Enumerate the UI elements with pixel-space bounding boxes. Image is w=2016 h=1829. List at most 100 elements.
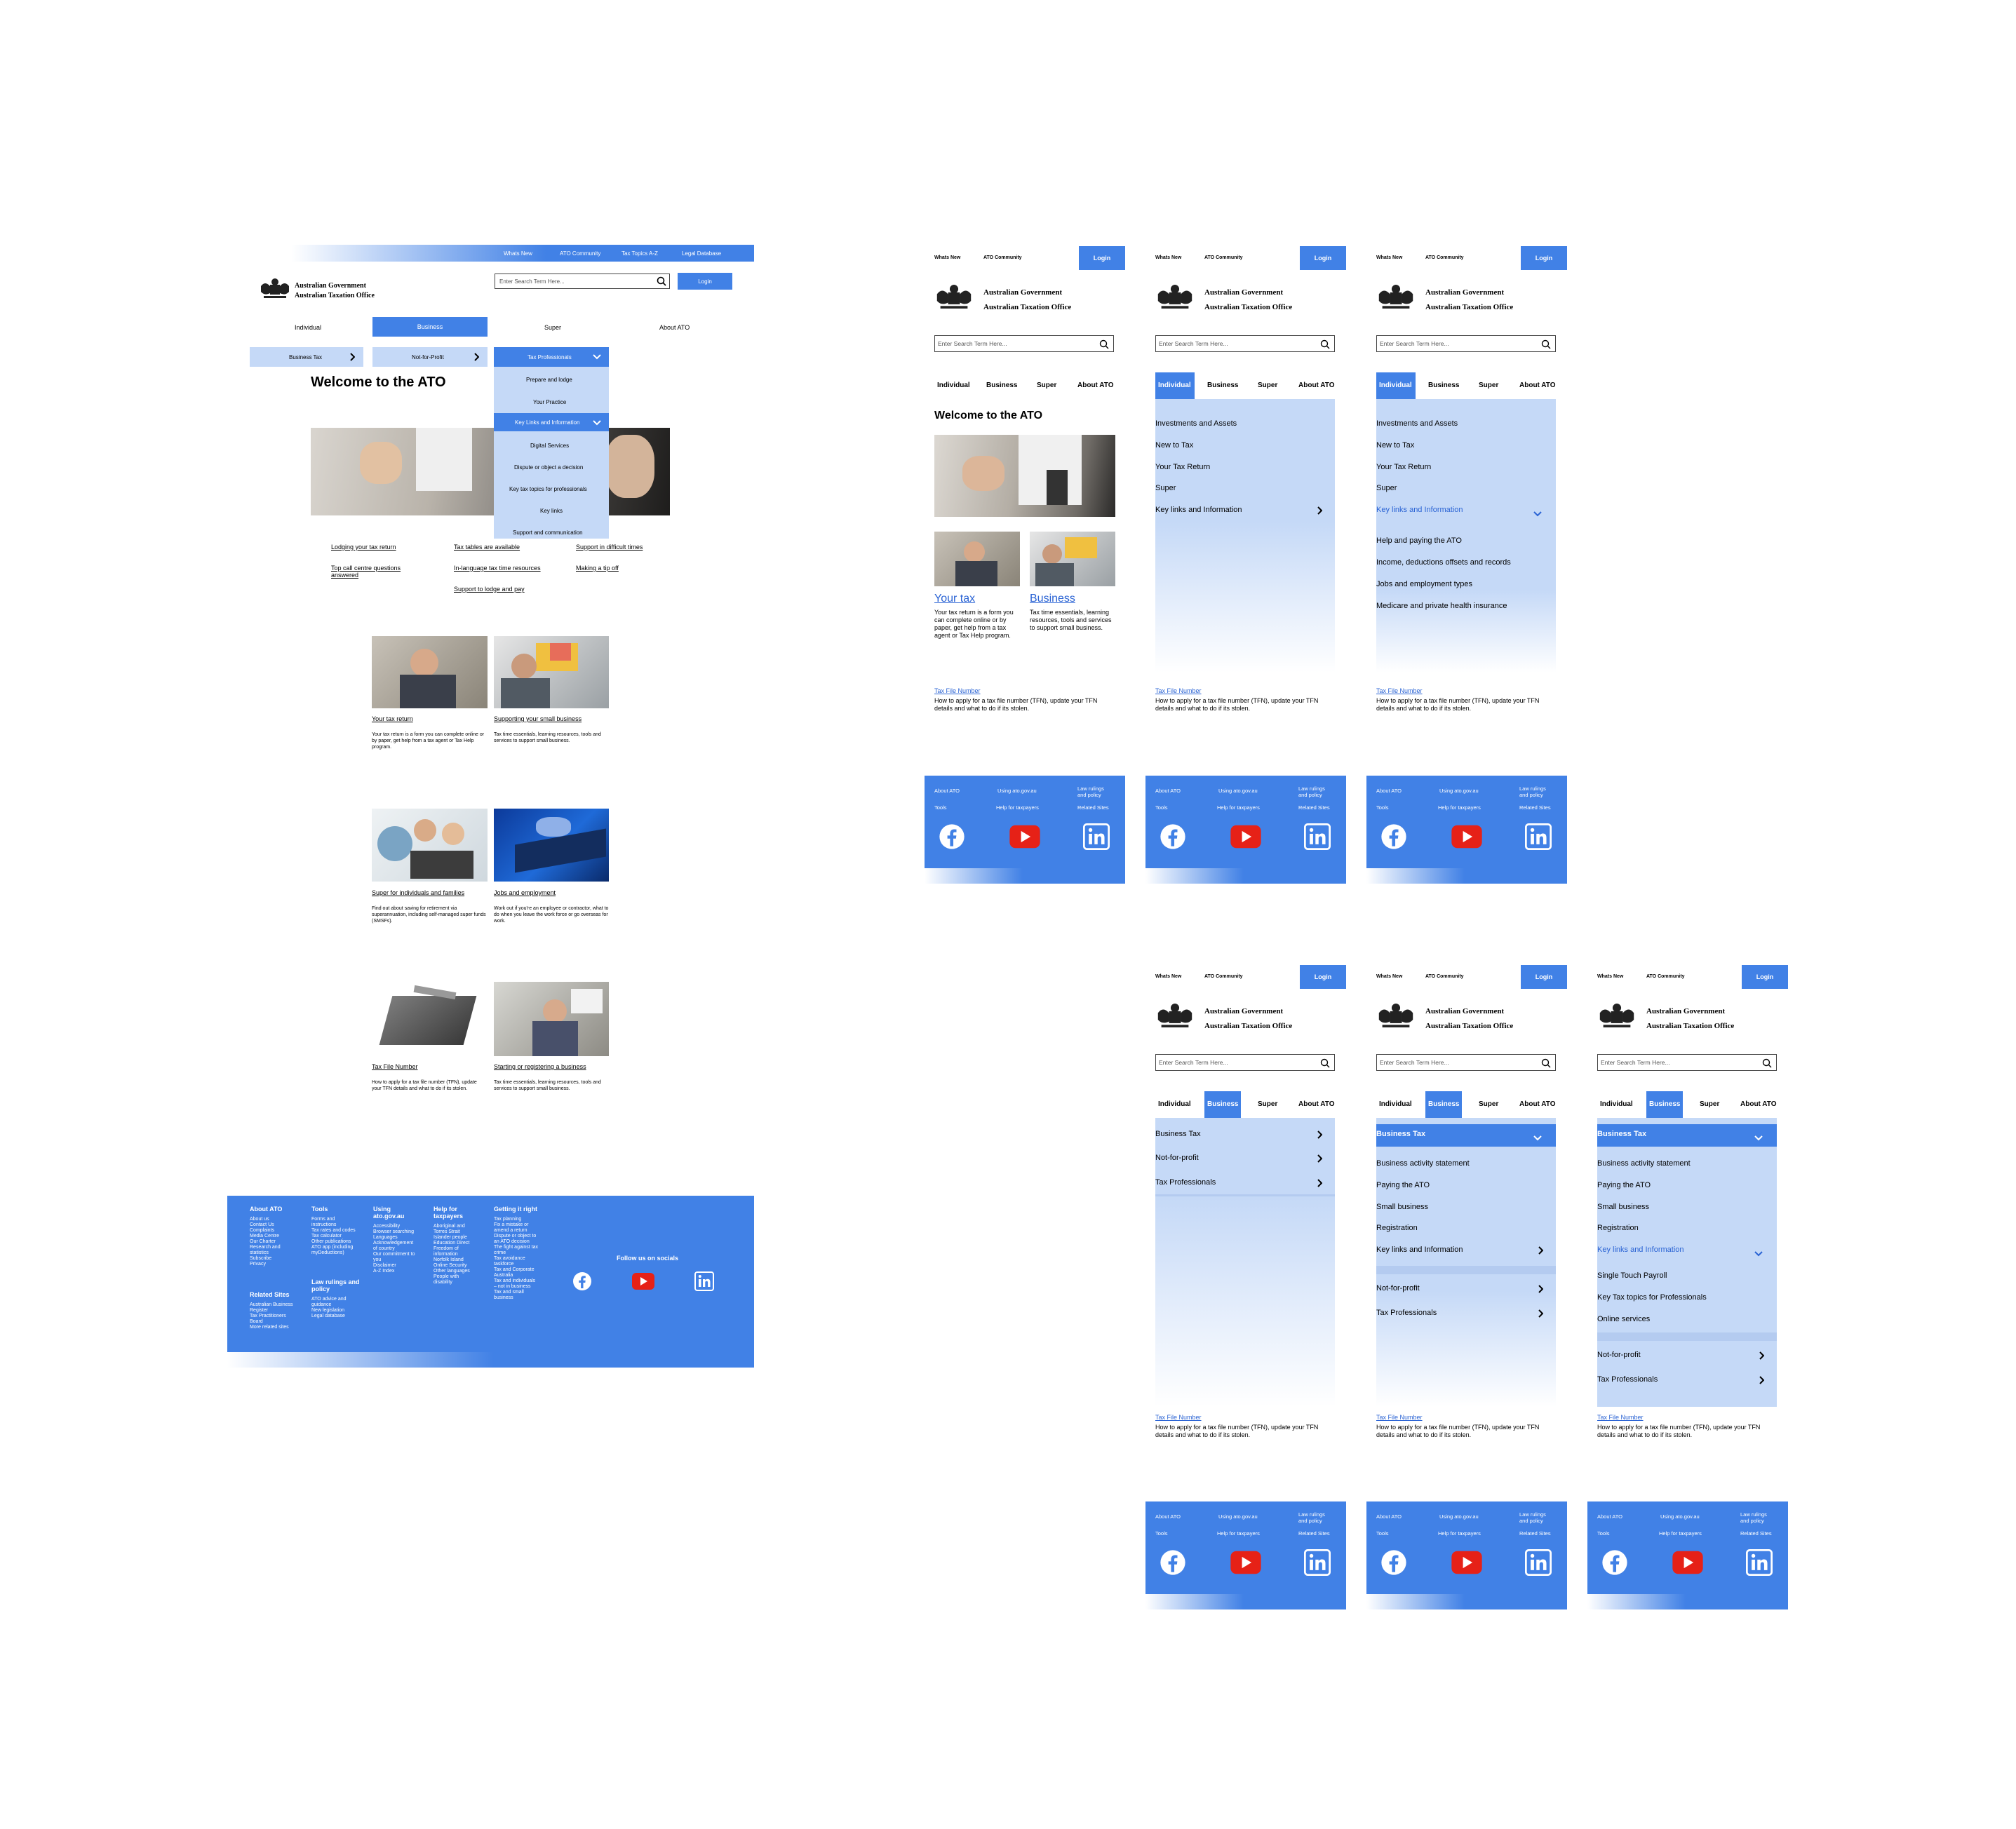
dropdown-item[interactable]: Key links bbox=[540, 507, 563, 515]
youtube-icon[interactable] bbox=[1451, 1549, 1483, 1576]
linkedin-icon[interactable] bbox=[1525, 1549, 1552, 1576]
mobile-menu-item[interactable]: Help and paying the ATO bbox=[1376, 536, 1462, 545]
mobile-login-button[interactable]: Login bbox=[1079, 246, 1125, 270]
mobile-top-link-community[interactable]: ATO Community bbox=[1425, 973, 1464, 980]
mobile-login-button[interactable]: Login bbox=[1300, 965, 1346, 989]
mobile-login-button[interactable]: Login bbox=[1742, 965, 1788, 989]
search-icon[interactable] bbox=[1541, 1058, 1551, 1068]
mobile-top-link-whats-new[interactable]: Whats New bbox=[1376, 973, 1402, 980]
mobile-menu-item[interactable]: Super bbox=[1155, 484, 1176, 492]
desktop-nav-super[interactable]: Super bbox=[544, 324, 561, 332]
card-title[interactable]: Your tax return bbox=[372, 715, 413, 723]
mobile-top-link-whats-new[interactable]: Whats New bbox=[1155, 973, 1181, 980]
mobile-footer-tools[interactable]: Tools bbox=[1597, 1530, 1610, 1537]
mobile-menu-item[interactable]: Investments and Assets bbox=[1376, 419, 1458, 428]
facebook-icon[interactable] bbox=[1160, 823, 1186, 850]
mobile-search-box[interactable]: Enter Search Term Here... bbox=[1597, 1054, 1777, 1071]
footer-link[interactable]: Australian Business Register bbox=[250, 1302, 295, 1314]
footer-link[interactable]: Dispute or object to an ATO decision bbox=[494, 1234, 539, 1245]
quick-link[interactable]: Making a tip off bbox=[576, 565, 619, 572]
mobile-nav-super[interactable]: Super bbox=[1037, 382, 1056, 389]
footer-link[interactable]: A-Z Index bbox=[373, 1269, 418, 1274]
mobile-top-link-community[interactable]: ATO Community bbox=[1204, 254, 1243, 262]
mobile-nav-about-ato[interactable]: About ATO bbox=[1740, 1100, 1776, 1108]
desktop-subnav-not-for-profit[interactable]: Not-for-Profit bbox=[372, 347, 488, 367]
mobile-menu-item[interactable]: Key links and Information bbox=[1376, 506, 1463, 514]
footer-link[interactable]: Browser searching bbox=[373, 1229, 418, 1235]
mobile-footer-about[interactable]: About ATO bbox=[1155, 1513, 1181, 1520]
mobile-footer-tools[interactable]: Tools bbox=[1376, 804, 1389, 811]
mobile-menu-item[interactable]: New to Tax bbox=[1155, 441, 1193, 450]
mobile-nav-about-ato[interactable]: About ATO bbox=[1519, 1100, 1555, 1108]
desktop-subnav-tax-professionals[interactable]: Tax Professionals bbox=[494, 347, 609, 367]
util-tax-topics[interactable]: Tax Topics A-Z bbox=[621, 250, 658, 257]
search-icon[interactable] bbox=[1762, 1058, 1772, 1068]
mobile-menu-item[interactable]: Single Touch Payroll bbox=[1597, 1271, 1667, 1280]
youtube-icon[interactable] bbox=[1230, 1549, 1262, 1576]
card-title[interactable]: Supporting your small business bbox=[494, 715, 582, 723]
footer-link[interactable]: People with disability bbox=[434, 1274, 478, 1285]
mobile-nav-super[interactable]: Super bbox=[1258, 382, 1277, 389]
mobile-footer-law[interactable]: Law rulings and policy bbox=[1740, 1511, 1775, 1524]
desktop-nav-individual[interactable]: Individual bbox=[295, 324, 321, 332]
mobile-footer-law[interactable]: Law rulings and policy bbox=[1298, 785, 1333, 798]
search-icon[interactable] bbox=[1541, 339, 1551, 349]
mobile-footer-related[interactable]: Related Sites bbox=[1519, 1530, 1551, 1537]
util-legal-database[interactable]: Legal Database bbox=[682, 250, 721, 257]
mobile-nav-individual[interactable]: Individual bbox=[1379, 382, 1412, 389]
mobile-menu-item[interactable]: Registration bbox=[1376, 1224, 1418, 1232]
footer-link[interactable]: Freedom of information bbox=[434, 1246, 478, 1257]
mobile-login-button[interactable]: Login bbox=[1521, 965, 1567, 989]
mobile-menu-item[interactable]: Your Tax Return bbox=[1155, 463, 1210, 471]
mobile-menu-item[interactable]: Not-for-profit bbox=[1376, 1284, 1420, 1293]
mobile-nav-individual[interactable]: Individual bbox=[1379, 1100, 1412, 1108]
youtube-icon[interactable] bbox=[1230, 823, 1262, 850]
mobile-menu-item[interactable]: Medicare and private health insurance bbox=[1376, 602, 1507, 610]
linkedin-icon[interactable] bbox=[1304, 823, 1331, 850]
footer-link[interactable]: New legislation bbox=[311, 1308, 356, 1314]
mobile-nav-super[interactable]: Super bbox=[1700, 1100, 1719, 1108]
search-icon[interactable] bbox=[1099, 339, 1109, 349]
mobile-menu-item[interactable]: Jobs and employment types bbox=[1376, 580, 1472, 588]
mobile-footer-using[interactable]: Using ato.gov.au bbox=[997, 787, 1037, 795]
dropdown-item[interactable]: Prepare and lodge bbox=[526, 376, 572, 384]
mobile-top-link-community[interactable]: ATO Community bbox=[983, 254, 1022, 262]
mobile-nav-individual[interactable]: Individual bbox=[1600, 1100, 1633, 1108]
footer-link[interactable]: Other publications bbox=[311, 1239, 356, 1245]
search-icon[interactable] bbox=[1320, 1058, 1330, 1068]
footer-link[interactable]: Tax planning bbox=[494, 1217, 539, 1222]
mobile-footer-tools[interactable]: Tools bbox=[1376, 1530, 1389, 1537]
mobile-footer-using[interactable]: Using ato.gov.au bbox=[1218, 1513, 1258, 1520]
mobile-menu-item[interactable]: Business activity statement bbox=[1597, 1159, 1691, 1168]
mobile-menu-item[interactable]: Paying the ATO bbox=[1376, 1181, 1430, 1189]
mobile-footer-using[interactable]: Using ato.gov.au bbox=[1218, 787, 1258, 795]
mobile-nav-business[interactable]: Business bbox=[1207, 1100, 1238, 1108]
mobile-menu-item[interactable]: Small business bbox=[1597, 1203, 1649, 1211]
mobile-top-link-whats-new[interactable]: Whats New bbox=[934, 254, 960, 262]
mobile-footer-related[interactable]: Related Sites bbox=[1740, 1530, 1772, 1537]
mobile-menu-item[interactable]: Super bbox=[1376, 484, 1397, 492]
mobile-footer-help[interactable]: Help for taxpayers bbox=[1438, 1530, 1481, 1537]
mobile-nav-business[interactable]: Business bbox=[986, 382, 1017, 389]
footer-link[interactable]: Acknowledgement of country bbox=[373, 1241, 418, 1252]
mobile-top-link-whats-new[interactable]: Whats New bbox=[1597, 973, 1623, 980]
mobile-nav-individual[interactable]: Individual bbox=[1158, 382, 1191, 389]
footer-link[interactable]: ATO advice and guidance bbox=[311, 1297, 356, 1308]
footer-link[interactable]: Disclaimer bbox=[373, 1263, 418, 1269]
footer-link[interactable]: Tax calculator bbox=[311, 1234, 356, 1239]
mobile-search-box[interactable]: Enter Search Term Here... bbox=[1376, 335, 1556, 352]
footer-link[interactable]: Contact Us bbox=[250, 1222, 292, 1228]
quick-link[interactable]: Top call centre questions answered bbox=[331, 565, 422, 579]
mobile-tfn-title[interactable]: Tax File Number bbox=[1597, 1414, 1644, 1422]
footer-link[interactable]: Our commitment to you bbox=[373, 1252, 418, 1263]
footer-link[interactable]: ATO app (including myDeductions) bbox=[311, 1245, 356, 1256]
footer-link[interactable]: Tax avoidance taskforce bbox=[494, 1256, 539, 1267]
mobile-footer-law[interactable]: Law rulings and policy bbox=[1077, 785, 1113, 798]
mobile-menu-item[interactable]: Key links and Information bbox=[1597, 1246, 1684, 1254]
mobile-nav-about-ato[interactable]: About ATO bbox=[1519, 382, 1555, 389]
mobile-footer-related[interactable]: Related Sites bbox=[1298, 804, 1330, 811]
facebook-icon[interactable] bbox=[572, 1271, 592, 1291]
mobile-menu-item[interactable]: Paying the ATO bbox=[1597, 1181, 1651, 1189]
footer-link[interactable]: Our Charter bbox=[250, 1239, 292, 1245]
quick-link[interactable]: Tax tables are available bbox=[454, 544, 520, 551]
